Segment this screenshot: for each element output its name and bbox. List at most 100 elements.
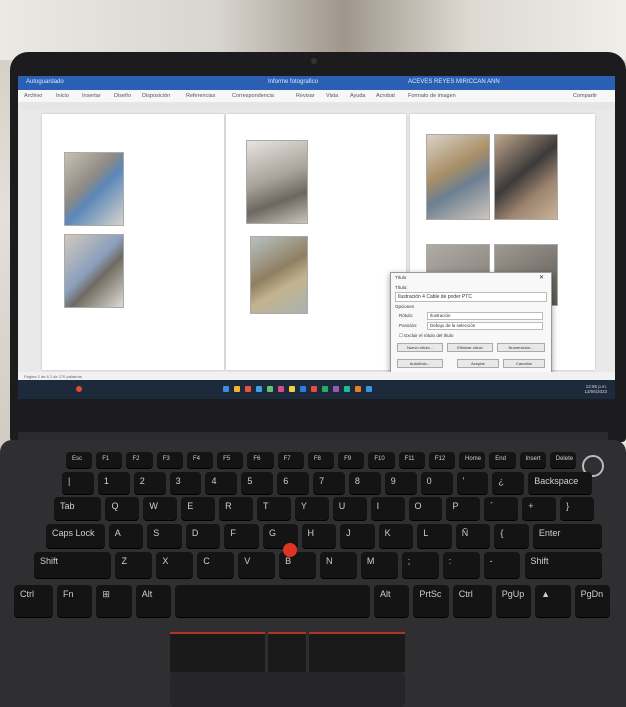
user-name[interactable]: ACEVES REYES MIRICCAN ANN (408, 79, 500, 85)
key-pgup[interactable]: PgUp (495, 585, 532, 617)
key-f3[interactable]: F3 (156, 452, 183, 468)
key-[interactable]: ' (456, 472, 489, 494)
key-[interactable]: ▲ (535, 585, 571, 617)
right-trackpoint-button[interactable] (309, 632, 405, 672)
key-k[interactable]: K (378, 524, 414, 548)
key-end[interactable]: End (489, 452, 516, 468)
autocaption-button[interactable]: Autotítulo... (397, 359, 443, 368)
key-[interactable]: } (560, 497, 594, 520)
label-select[interactable]: Ilustración (427, 312, 543, 320)
key-t[interactable]: T (257, 497, 291, 520)
key-f11[interactable]: F11 (398, 452, 425, 468)
key-a[interactable]: A (108, 524, 144, 548)
key-n[interactable]: N (320, 552, 357, 578)
tab-archivo[interactable]: Archivo (24, 93, 42, 99)
cancel-button[interactable]: Cancelar (503, 359, 545, 368)
key-y[interactable]: Y (294, 497, 329, 520)
tab-diseno[interactable]: Diseño (114, 93, 131, 99)
key-[interactable]: - (483, 552, 521, 578)
key-u[interactable]: U (332, 497, 367, 520)
key-shift[interactable]: Shift (34, 552, 112, 578)
key-[interactable]: + (522, 497, 557, 520)
key-i[interactable]: I (370, 497, 405, 520)
key-f12[interactable]: F12 (428, 452, 456, 468)
key-ctrl[interactable]: Ctrl (452, 585, 492, 617)
taskbar-app-icon[interactable] (234, 386, 240, 392)
key-insert[interactable]: Insert (519, 452, 546, 468)
key-6[interactable]: 6 (277, 472, 310, 494)
taskbar-app-icon[interactable] (223, 386, 229, 392)
key-tab[interactable]: Tab (54, 497, 102, 520)
share-button[interactable]: Compartir (573, 93, 597, 99)
key-esc[interactable]: Esc (66, 452, 93, 468)
key-[interactable]: ¿ (492, 472, 525, 494)
tab-disposicion[interactable]: Disposición (142, 93, 170, 99)
key-1[interactable]: 1 (97, 472, 130, 494)
key-[interactable]: : (442, 552, 480, 578)
key-0[interactable]: 0 (420, 472, 453, 494)
key-fn[interactable]: Fn (56, 585, 93, 617)
taskbar-app-icon[interactable] (344, 386, 350, 392)
key-w[interactable]: W (143, 497, 178, 520)
exclude-checkbox[interactable]: ☐ Excluir el rótulo del título (399, 333, 453, 339)
key-h[interactable]: H (301, 524, 337, 548)
key-p[interactable]: P (446, 497, 481, 520)
key-j[interactable]: J (340, 524, 375, 548)
key-d[interactable]: D (185, 524, 221, 548)
key-x[interactable]: X (156, 552, 194, 578)
key-o[interactable]: O (408, 497, 443, 520)
key-delete[interactable]: Delete (549, 452, 576, 468)
tab-inicio[interactable]: Inicio (56, 93, 69, 99)
left-trackpoint-button[interactable] (170, 632, 265, 672)
key-7[interactable]: 7 (313, 472, 345, 494)
key-f[interactable]: F (224, 524, 259, 548)
close-icon[interactable]: ✕ (539, 274, 544, 281)
key-8[interactable]: 8 (348, 472, 381, 494)
key-f2[interactable]: F2 (126, 452, 153, 468)
key-s[interactable]: S (147, 524, 182, 548)
numbering-button[interactable]: Numeración... (497, 343, 545, 352)
tab-referencias[interactable]: Referencias (186, 93, 215, 99)
taskbar-app-icon[interactable] (322, 386, 328, 392)
taskbar-app-icon[interactable] (311, 386, 317, 392)
key-9[interactable]: 9 (384, 472, 417, 494)
key-[interactable]: { (494, 524, 529, 548)
key-pgdn[interactable]: PgDn (574, 585, 610, 617)
taskbar-app-icon[interactable] (256, 386, 262, 392)
trackpoint[interactable] (283, 543, 297, 557)
key-b[interactable]: B (279, 552, 316, 578)
new-label-button[interactable]: Nuevo rótulo... (397, 343, 443, 352)
key-z[interactable]: Z (115, 552, 153, 578)
taskbar-app-icon[interactable] (267, 386, 273, 392)
caption-input[interactable]: Ilustración 4 Cable de poder PTC (395, 292, 547, 302)
key-v[interactable]: V (238, 552, 276, 578)
middle-trackpoint-button[interactable] (268, 632, 306, 672)
taskbar-app-icon[interactable] (333, 386, 339, 392)
key-[interactable]: ; (401, 552, 439, 578)
taskbar-app-icon[interactable] (355, 386, 361, 392)
position-select[interactable]: Debajo de la selección (427, 322, 543, 330)
key-prtsc[interactable]: PrtSc (413, 585, 449, 617)
tab-formato-imagen[interactable]: Formato de imagen (408, 93, 456, 99)
space-key[interactable] (175, 585, 370, 617)
key-backspace[interactable]: Backspace (528, 472, 592, 494)
taskbar-app-icon[interactable] (245, 386, 251, 392)
key-l[interactable]: L (417, 524, 452, 548)
key-c[interactable]: C (197, 552, 235, 578)
app-icon[interactable] (76, 386, 82, 392)
key-f4[interactable]: F4 (186, 452, 214, 468)
ok-button[interactable]: Aceptar (457, 359, 499, 368)
key-[interactable]: ´ (484, 497, 519, 520)
taskbar-app-icon[interactable] (300, 386, 306, 392)
taskbar-app-icon[interactable] (278, 386, 284, 392)
tab-insertar[interactable]: Insertar (82, 93, 101, 99)
key-alt[interactable]: Alt (373, 585, 410, 617)
tab-acrobat[interactable]: Acrobat (376, 93, 395, 99)
tab-revisar[interactable]: Revisar (296, 93, 315, 99)
key-5[interactable]: 5 (241, 472, 274, 494)
key-ctrl[interactable]: Ctrl (14, 585, 53, 617)
key-r[interactable]: R (219, 497, 253, 520)
key-f5[interactable]: F5 (217, 452, 244, 468)
key-f8[interactable]: F8 (307, 452, 335, 468)
taskbar-app-icon[interactable] (289, 386, 295, 392)
